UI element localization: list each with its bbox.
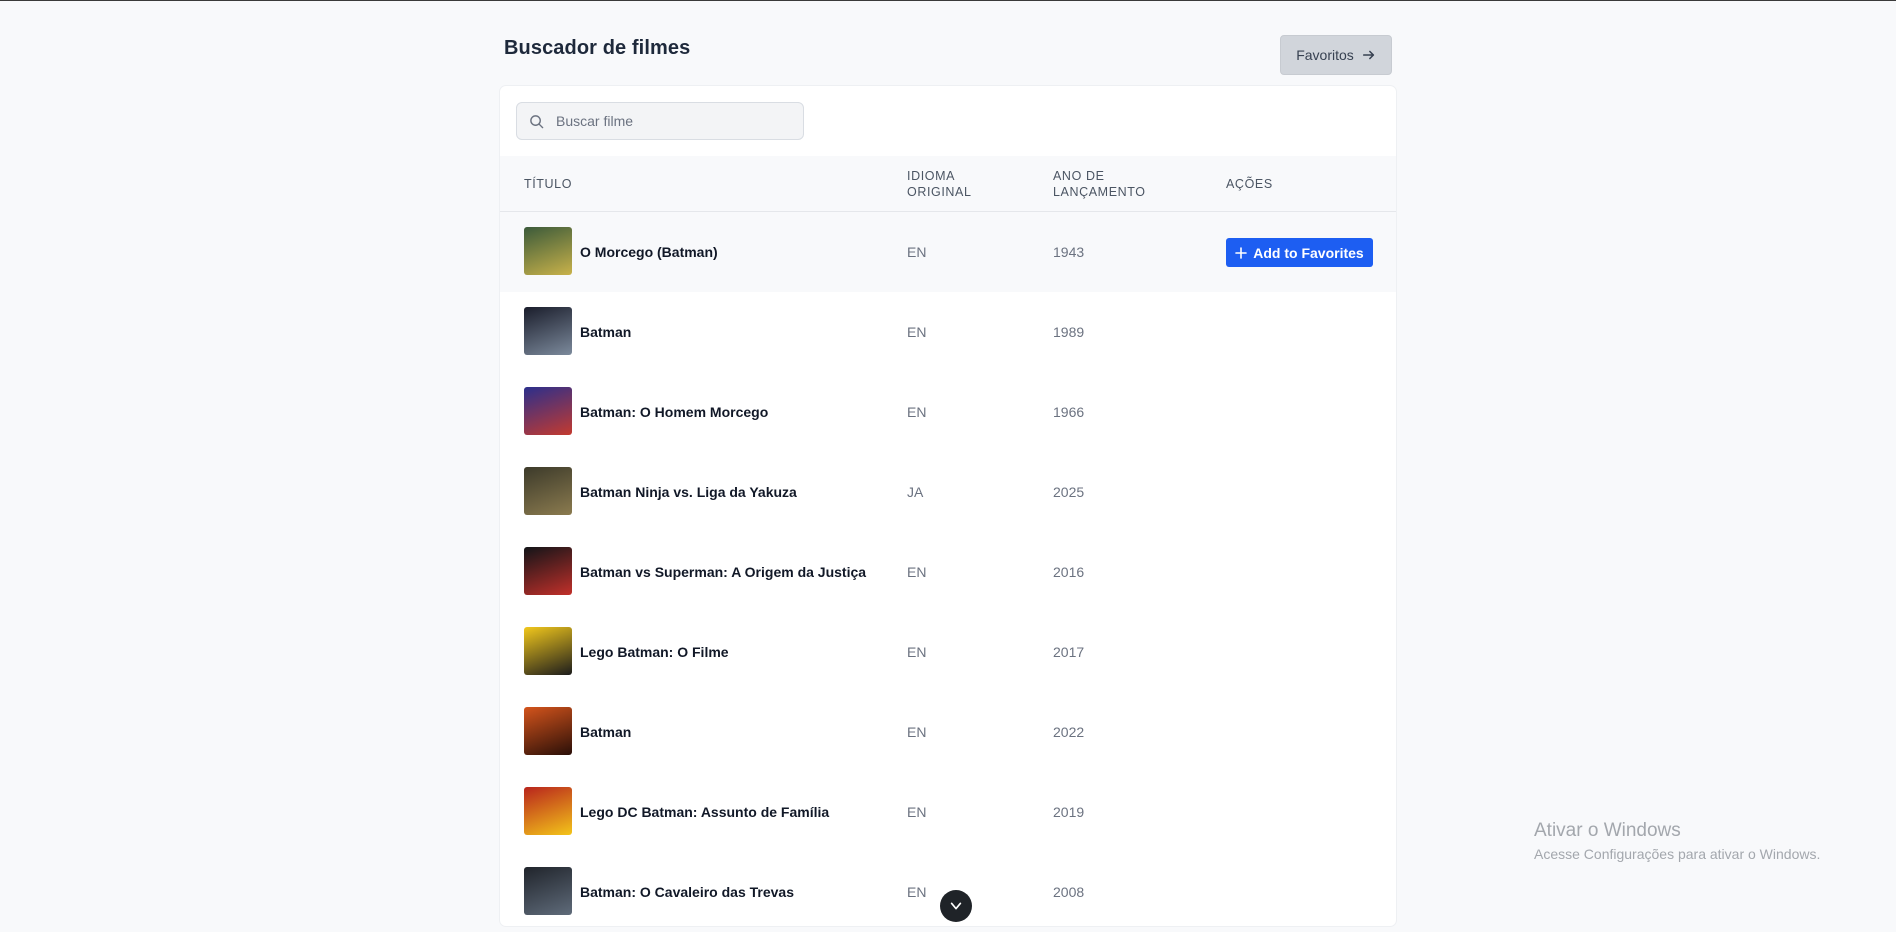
movie-title: Lego DC Batman: Assunto de Família (580, 804, 830, 820)
movie-language: EN (907, 324, 927, 340)
table-row[interactable]: Batman Ninja vs. Liga da Yakuza JA 2025 (500, 452, 1396, 532)
table-row[interactable]: Batman vs Superman: A Origem da Justiça E… (500, 532, 1396, 612)
movie-title: Batman (580, 324, 632, 340)
movie-title: Batman: O Cavaleiro das Trevas (580, 884, 794, 900)
favorites-button-label: Favoritos (1296, 47, 1354, 63)
scroll-down-button[interactable] (940, 890, 972, 922)
movie-release-year: 2022 (1053, 724, 1085, 740)
movie-language: EN (907, 724, 927, 740)
add-to-favorites-button[interactable]: Add to Favorites (1226, 238, 1373, 267)
window-top-border (0, 0, 1896, 1)
column-header-year[interactable]: Ano de lançamento (1053, 156, 1146, 212)
movie-poster-image (524, 307, 572, 355)
movie-release-year: 2025 (1053, 484, 1085, 500)
search-input[interactable] (556, 113, 786, 129)
movie-release-year: 2008 (1053, 884, 1085, 900)
movie-release-year: 1989 (1053, 324, 1085, 340)
favorites-button[interactable]: Favoritos (1280, 35, 1392, 75)
watermark-title: Ativar o Windows (1534, 820, 1681, 841)
table-row[interactable]: Batman EN 1989 (500, 292, 1396, 372)
movie-release-year: 2016 (1053, 564, 1085, 580)
movies-card: Título Idiomaoriginal Ano delançamento A… (500, 86, 1396, 926)
movie-title: Batman (580, 724, 632, 740)
movie-title: Batman vs Superman: A Origem da Justiça (580, 564, 867, 580)
movie-poster-image (524, 547, 572, 595)
search-icon (530, 114, 544, 128)
windows-activation-watermark: Ativar o Windows Acesse Configurações pa… (1534, 820, 1820, 862)
movie-poster-image (524, 707, 572, 755)
movie-release-year: 2019 (1053, 804, 1085, 820)
movie-language: EN (907, 804, 927, 820)
movie-language: EN (907, 884, 927, 900)
table-row[interactable]: O Morcego (Batman) EN 1943 Add to Favorites (500, 212, 1396, 292)
movie-title: O Morcego (Batman) (580, 244, 718, 260)
movie-poster-image (524, 467, 572, 515)
movie-language: EN (907, 564, 927, 580)
movie-release-year: 1966 (1053, 404, 1085, 420)
movie-language: EN (907, 644, 927, 660)
column-header-title[interactable]: Título (524, 156, 572, 212)
movie-poster-image (524, 627, 572, 675)
movie-language: EN (907, 244, 927, 260)
add-to-favorites-label: Add to Favorites (1253, 244, 1364, 261)
page-title: Buscador de filmes (504, 37, 691, 59)
movie-release-year: 2017 (1053, 644, 1085, 660)
column-header-actions: Ações (1226, 177, 1273, 191)
search-box[interactable] (516, 102, 804, 140)
movie-release-year: 1943 (1053, 244, 1085, 260)
table-header: Título Idioma original Ano de lançamento A… (500, 156, 1396, 212)
plus-icon (1235, 246, 1248, 259)
column-header-language[interactable]: Idioma original (907, 156, 972, 212)
table-row[interactable]: Lego DC Batman: Assunto de Família EN 2019 (500, 772, 1396, 852)
movie-poster-image (524, 787, 572, 835)
movie-title: Batman: O Homem Morcego (580, 404, 769, 420)
watermark-subtitle: Acesse Configurações para ativar o Windo… (1534, 846, 1821, 862)
table-row[interactable]: Batman EN 2022 (500, 692, 1396, 772)
movie-language: JA (907, 484, 924, 500)
table-row[interactable]: Lego Batman: O Filme EN 2017 (500, 612, 1396, 692)
movie-poster-image (524, 227, 572, 275)
table-body: O Morcego (Batman) EN 1943 Add to Favorites… (500, 212, 1396, 932)
arrow-right-icon (1362, 50, 1374, 60)
table-row[interactable]: Batman: O Homem Morcego EN 1966 (500, 372, 1396, 452)
movie-title: Batman Ninja vs. Liga da Yakuza (580, 484, 797, 500)
movie-title: Lego Batman: O Filme (580, 644, 729, 660)
movie-language: EN (907, 404, 927, 420)
movie-poster-image (524, 387, 572, 435)
movie-poster-image (524, 867, 572, 915)
chevron-down-icon (950, 902, 962, 910)
